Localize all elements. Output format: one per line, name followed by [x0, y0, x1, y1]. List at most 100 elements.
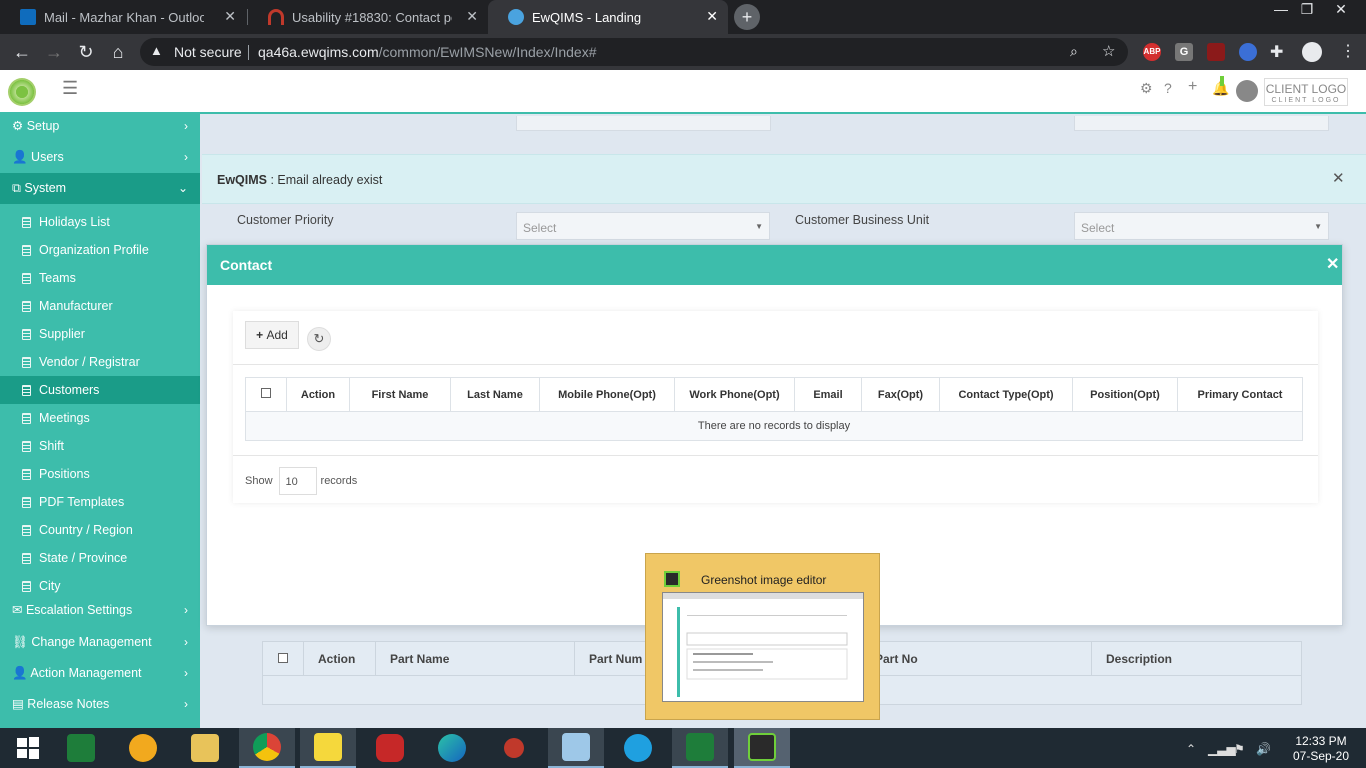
col-position[interactable]: Position(Opt)	[1072, 377, 1178, 412]
close-tab-icon[interactable]: ✕	[224, 8, 236, 25]
google-ext-icon[interactable]: G	[1175, 43, 1193, 61]
list-icon	[22, 497, 31, 508]
sidebar-sub-organization-profile[interactable]: Organization Profile	[0, 236, 200, 264]
url-text[interactable]: qa46a.ewqims.com/common/EwIMSNew/Index/I…	[258, 44, 597, 60]
security-shield-icon[interactable]	[362, 728, 418, 768]
excel-icon[interactable]	[672, 728, 728, 768]
browser-toolbar: ← → ↻ ⌂ ▲ Not secure qa46a.ewqims.com/co…	[0, 34, 1366, 70]
flag-icon[interactable]: ⚑	[1234, 742, 1245, 756]
sidebar-sub-positions[interactable]: Positions	[0, 460, 200, 488]
network-icon[interactable]: ▁▃▅	[1208, 742, 1236, 756]
close-tab-icon[interactable]: ✕	[706, 8, 718, 25]
adblock-icon[interactable]: ABP	[1143, 43, 1161, 61]
list-icon	[22, 217, 31, 228]
close-window-icon[interactable]: ✕	[1326, 0, 1356, 20]
customer-priority-select[interactable]: Select ▼	[516, 212, 770, 240]
sidebar-item-escalation-settings[interactable]: ✉ Escalation Settings ›	[0, 595, 200, 626]
add-contact-button[interactable]: + Add	[245, 321, 299, 349]
snipping-tool-icon[interactable]	[486, 728, 542, 768]
reload-icon[interactable]: ↻	[74, 40, 98, 64]
flower-app-icon[interactable]	[115, 728, 171, 768]
sidebar-sub-manufacturer[interactable]: Manufacturer	[0, 292, 200, 320]
sidebar-sub-vendor-registrar[interactable]: Vendor / Registrar	[0, 348, 200, 376]
col-work-phone[interactable]: Work Phone(Opt)	[674, 377, 795, 412]
sidebar-sub-pdf-templates[interactable]: PDF Templates	[0, 488, 200, 516]
col-mobile-phone[interactable]: Mobile Phone(Opt)	[539, 377, 675, 412]
tab-ewqims[interactable]: EwQIMS - Landing ✕	[488, 0, 728, 34]
profile-icon[interactable]	[1302, 42, 1322, 62]
sidebar-item-users[interactable]: 👤 Users ›	[0, 142, 200, 173]
edge-icon[interactable]	[424, 728, 480, 768]
greenshot-icon[interactable]	[734, 728, 790, 768]
chevron-right-icon: ›	[184, 603, 188, 617]
sidebar-sub-holidays-list[interactable]: Holidays List	[0, 208, 200, 236]
home-icon[interactable]: ⌂	[106, 40, 130, 64]
windows-start-icon[interactable]	[0, 728, 56, 768]
close-alert-icon[interactable]: ✕	[1332, 169, 1345, 187]
forward-icon[interactable]: →	[42, 40, 66, 64]
greenshot-preview-popup[interactable]: Greenshot image editor	[645, 553, 880, 720]
select-all-checkbox[interactable]	[261, 388, 271, 398]
tab-usability[interactable]: Usability #18830: Contact person ✕	[248, 0, 488, 34]
sidebar-item-change-management[interactable]: ⛓ Change Management ›	[0, 627, 200, 658]
close-modal-icon[interactable]: ✕	[1326, 254, 1339, 274]
alert-banner: EwQIMS : Email already exist ✕	[202, 154, 1366, 204]
pdf-ext-icon[interactable]	[1207, 43, 1225, 61]
restore-icon[interactable]: ❐	[1292, 0, 1322, 20]
spreadsheet-icon[interactable]	[53, 728, 109, 768]
new-tab-button[interactable]: +	[734, 4, 760, 30]
sidebar-item-setup[interactable]: ⚙ Setup ›	[0, 114, 200, 142]
help-icon[interactable]: ?	[1164, 80, 1172, 96]
form-input-partial[interactable]	[516, 116, 771, 131]
col-first-name[interactable]: First Name	[349, 377, 451, 412]
parts-select-all-checkbox[interactable]	[278, 652, 288, 663]
col-primary-contact[interactable]: Primary Contact	[1177, 377, 1303, 412]
tray-chevron-up-icon[interactable]: ⌃	[1186, 742, 1196, 756]
tab-outlook[interactable]: Mail - Mazhar Khan - Outlook ✕	[0, 0, 246, 34]
zoom-icon[interactable]: ⌕	[1070, 43, 1078, 60]
hamburger-menu-icon[interactable]: ☰	[62, 78, 78, 99]
sidebar-sub-state-province[interactable]: State / Province	[0, 544, 200, 572]
sidebar-item-action-management[interactable]: 👤 Action Management ›	[0, 658, 200, 689]
greenshot-icon	[664, 571, 680, 587]
browser-menu-icon[interactable]: ⋮	[1340, 41, 1356, 61]
customer-business-unit-select[interactable]: Select ▼	[1074, 212, 1329, 240]
sidebar-sub-customers[interactable]: Customers	[0, 376, 200, 404]
chrome-icon[interactable]	[239, 728, 295, 768]
form-input-partial[interactable]	[1074, 116, 1329, 131]
sidebar-item-release-notes[interactable]: ▤ Release Notes ›	[0, 689, 200, 720]
close-tab-icon[interactable]: ✕	[466, 8, 478, 25]
sidebar-sub-country-region[interactable]: Country / Region	[0, 516, 200, 544]
greenshot-thumbnail[interactable]	[662, 592, 864, 702]
col-contact-type[interactable]: Contact Type(Opt)	[939, 377, 1073, 412]
settings-gear-icon[interactable]: ⚙	[1140, 80, 1153, 97]
add-icon[interactable]: +	[1188, 78, 1197, 96]
volume-icon[interactable]: 🔊	[1256, 742, 1271, 756]
notebook-icon[interactable]	[548, 728, 604, 768]
address-bar[interactable]: ▲ Not secure qa46a.ewqims.com/common/EwI…	[140, 38, 1128, 66]
page-size-input[interactable]: 10	[278, 467, 317, 495]
sidebar-sub-meetings[interactable]: Meetings	[0, 404, 200, 432]
bookmark-star-icon[interactable]: ☆	[1102, 42, 1115, 60]
extensions-puzzle-icon[interactable]: ✚	[1270, 42, 1283, 62]
col-action[interactable]: Action	[286, 377, 350, 412]
sidebar-sub-teams[interactable]: Teams	[0, 264, 200, 292]
sidebar-sub-shift[interactable]: Shift	[0, 432, 200, 460]
sticky-notes-icon[interactable]	[300, 728, 356, 768]
panel-divider	[233, 364, 1318, 365]
refresh-icon[interactable]: ↻	[307, 327, 331, 351]
col-fax[interactable]: Fax(Opt)	[861, 377, 940, 412]
client-logo: CLIENT LOGO CLIENT LOGO	[1264, 78, 1348, 106]
modal-header: Contact ✕	[207, 245, 1342, 285]
col-email[interactable]: Email	[794, 377, 862, 412]
internet-explorer-icon[interactable]	[610, 728, 666, 768]
user-avatar[interactable]	[1236, 80, 1258, 102]
system-clock[interactable]: 12:33 PM 07-Sep-20	[1286, 734, 1356, 764]
app-logo[interactable]	[8, 78, 36, 106]
sidebar-sub-supplier[interactable]: Supplier	[0, 320, 200, 348]
back-icon[interactable]: ←	[10, 40, 34, 64]
file-explorer-icon[interactable]	[177, 728, 233, 768]
color-ext-icon[interactable]	[1239, 43, 1257, 61]
sidebar-item-system[interactable]: ⧉ System ⌄	[0, 173, 200, 204]
col-last-name[interactable]: Last Name	[450, 377, 540, 412]
